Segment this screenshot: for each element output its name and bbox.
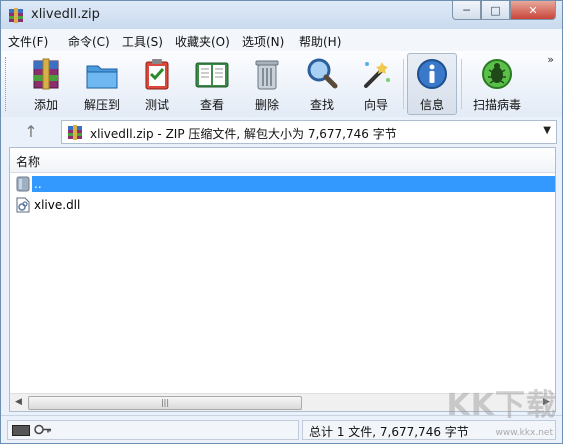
info-button[interactable]: 信息 [407,53,457,115]
column-name-label: 名称 [16,155,41,169]
view-button[interactable]: 查看 [187,54,237,114]
extract-to-button[interactable]: 解压到 [77,54,127,114]
up-arrow-icon[interactable]: ↑ [21,122,41,142]
menu-commands[interactable]: 命令(C) [68,33,110,50]
key-icon[interactable] [34,424,52,435]
address-bar[interactable]: xlivedll.zip - ZIP 压缩文件, 解包大小为 7,677,746… [61,120,557,144]
toolbar: 添加 解压到 测试 查看 删除 查找 向导 信息 扫描病毒 » [1,51,562,118]
delete-label: 删除 [254,98,279,112]
scroll-thumb[interactable]: ||| [28,396,302,410]
toolbar-separator [403,59,404,109]
toolbar-grip[interactable] [5,57,9,111]
toolbar-separator [461,59,462,109]
scroll-left-icon[interactable]: ◀ [10,394,27,411]
wizard-wand-icon [364,62,390,88]
view-label: 查看 [199,98,224,112]
winrar-app-icon [9,8,23,23]
address-text: xlivedll.zip - ZIP 压缩文件, 解包大小为 7,677,746… [90,127,397,141]
parent-folder-icon [16,176,30,192]
list-item-name: .. [32,176,555,192]
archive-icon [68,125,82,140]
test-icon [145,59,169,90]
menu-favorites[interactable]: 收藏夹(O) [175,33,230,50]
info-icon [417,59,447,89]
window-title: xlivedll.zip [31,7,100,22]
winrar-window: xlivedll.zip ─ □ ✕ 文件(F) 命令(C) 工具(S) 收藏夹… [0,0,563,444]
add-label: 添加 [33,98,58,112]
wizard-button[interactable]: 向导 [353,54,399,114]
list-item[interactable]: xlive.dll [10,195,555,215]
watermark-logo: KK下载 [446,388,557,423]
menu-bar: 文件(F) 命令(C) 工具(S) 收藏夹(O) 选项(N) 帮助(H) [1,29,562,52]
column-header-name[interactable]: 名称 [10,148,555,173]
dropdown-arrow-icon[interactable]: ▼ [543,125,551,136]
status-summary: 总计 1 文件, 7,677,746 字节 [309,425,469,439]
find-button[interactable]: 查找 [299,54,345,114]
toolbar-overflow-chevron-icon[interactable]: » [547,53,554,66]
virus-bug-icon [482,59,512,89]
scan-virus-label: 扫描病毒 [472,98,521,112]
extract-to-label: 解压到 [83,98,120,112]
dll-file-icon [16,197,30,213]
list-item[interactable]: .. [10,174,555,194]
menu-options[interactable]: 选项(N) [242,33,284,50]
title-bar[interactable]: xlivedll.zip ─ □ ✕ [1,1,562,29]
trash-icon [255,60,279,90]
extract-to-icon [86,65,118,89]
list-item-name: xlive.dll [34,198,81,212]
magnifier-icon [307,58,338,89]
watermark-url: www.kkx.net [495,428,554,438]
scan-virus-button[interactable]: 扫描病毒 [465,54,529,114]
add-archive-icon [33,58,59,90]
test-button[interactable]: 测试 [135,54,179,114]
close-button[interactable]: ✕ [510,1,556,20]
minimize-button[interactable]: ─ [452,1,481,20]
delete-button[interactable]: 删除 [245,54,289,114]
maximize-button[interactable]: □ [481,1,510,20]
view-book-icon [195,62,229,88]
menu-tools[interactable]: 工具(S) [122,33,163,50]
address-row: ↑ xlivedll.zip - ZIP 压缩文件, 解包大小为 7,677,7… [1,117,562,147]
menu-file[interactable]: 文件(F) [8,33,48,50]
window-controls: ─ □ ✕ [452,1,556,20]
find-label: 查找 [309,98,334,112]
test-label: 测试 [144,98,169,112]
menu-help[interactable]: 帮助(H) [299,33,341,50]
drive-icon[interactable] [12,425,30,436]
status-left-panel [7,420,299,440]
wizard-label: 向导 [363,98,388,112]
file-list: 名称 .. xlive.dll ◀ ||| ▶ [9,147,556,412]
add-button[interactable]: 添加 [23,54,69,114]
info-label: 信息 [419,98,444,112]
